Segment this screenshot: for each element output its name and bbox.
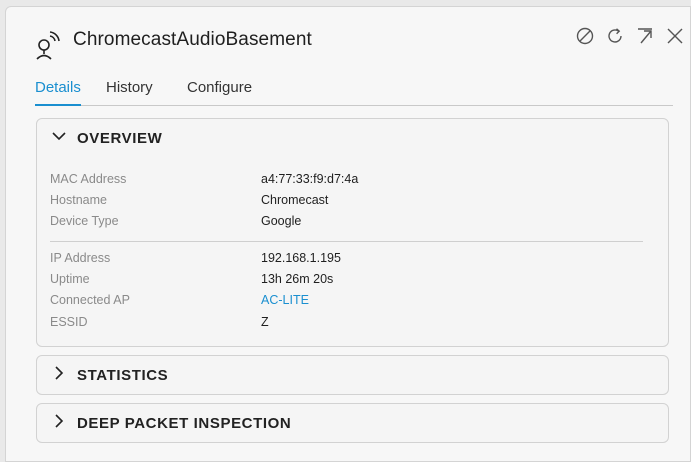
statistics-title: STATISTICS <box>77 366 169 384</box>
detail-value: Google <box>261 214 302 228</box>
block-button[interactable] <box>574 27 596 49</box>
overview-title: OVERVIEW <box>77 129 163 147</box>
detail-value: 192.168.1.195 <box>261 251 341 265</box>
detail-label: Uptime <box>50 272 90 286</box>
deep-packet-inspection-section: DEEP PACKET INSPECTION <box>36 403 669 443</box>
detail-value: Chromecast <box>261 193 329 207</box>
detail-label: ESSID <box>50 315 88 329</box>
detail-label: IP Address <box>50 251 111 265</box>
tab-configure[interactable]: Configure <box>187 79 252 104</box>
detail-label: MAC Address <box>50 172 127 186</box>
tab-bar: Details History Configure <box>35 79 673 106</box>
detail-label: Hostname <box>50 193 107 207</box>
block-icon <box>575 26 595 51</box>
close-icon <box>665 26 685 51</box>
tab-details[interactable]: Details <box>35 79 81 106</box>
dpi-title: DEEP PACKET INSPECTION <box>77 414 292 432</box>
wireless-client-icon <box>33 27 69 61</box>
page-title: ChromecastAudioBasement <box>73 29 312 50</box>
section-divider <box>50 241 643 242</box>
chevron-right-icon <box>51 413 67 434</box>
statistics-section-header[interactable]: STATISTICS <box>51 356 168 394</box>
detail-label: Device Type <box>50 214 119 228</box>
overview-section: OVERVIEW MAC Address a4:77:33:f9:d7:4a H… <box>36 118 669 347</box>
chevron-right-icon <box>51 365 67 386</box>
popout-icon <box>635 26 655 51</box>
statistics-section: STATISTICS <box>36 355 669 395</box>
detail-label: Connected AP <box>50 293 130 307</box>
chevron-down-icon <box>51 128 67 149</box>
dpi-section-header[interactable]: DEEP PACKET INSPECTION <box>51 404 291 442</box>
detail-value: Z <box>261 315 269 329</box>
panel-header: ChromecastAudioBasement <box>6 7 690 69</box>
client-detail-panel: ChromecastAudioBasement Details History … <box>5 6 691 462</box>
connected-ap-link[interactable]: AC-LITE <box>261 293 309 307</box>
detail-value: a4:77:33:f9:d7:4a <box>261 172 359 186</box>
close-button[interactable] <box>664 27 686 49</box>
refresh-icon <box>605 26 625 51</box>
popout-button[interactable] <box>634 27 656 49</box>
refresh-button[interactable] <box>604 27 626 49</box>
overview-section-header[interactable]: OVERVIEW <box>51 119 162 157</box>
detail-value: 13h 26m 20s <box>261 272 334 286</box>
tab-history[interactable]: History <box>106 79 153 104</box>
header-actions <box>574 27 686 49</box>
